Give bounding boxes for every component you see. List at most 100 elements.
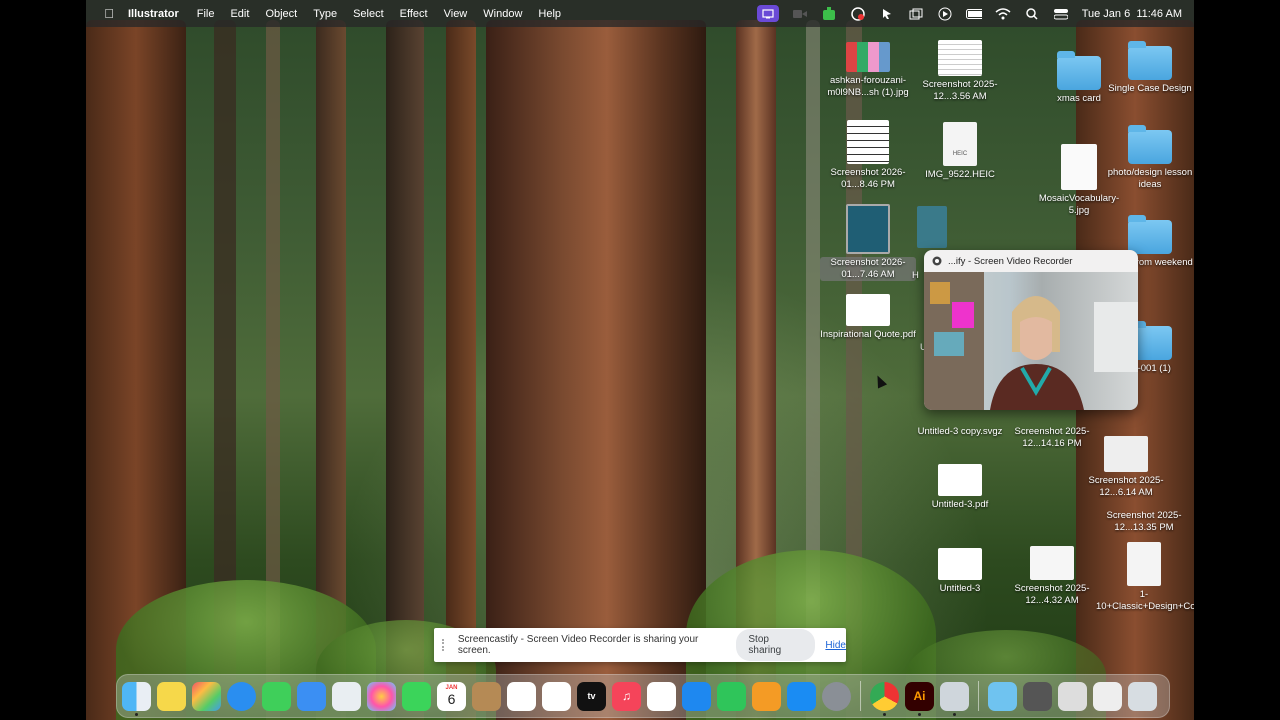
folder-icon <box>1057 51 1101 90</box>
screen-sharing-bar: Screencastify - Screen Video Recorder is… <box>434 628 846 662</box>
hide-link[interactable]: Hide <box>825 640 846 651</box>
preview-icon[interactable] <box>940 681 969 716</box>
recorder-title-bar[interactable]: ...ify - Screen Video Recorder <box>924 250 1138 272</box>
numbers-icon[interactable] <box>717 681 746 711</box>
illustrator-icon[interactable]: Ai <box>905 681 934 716</box>
recent-item-2-icon[interactable] <box>1058 681 1087 711</box>
folder-icon <box>1128 41 1172 80</box>
freeform-icon[interactable] <box>542 681 571 711</box>
image-thumbnail <box>846 294 890 326</box>
desktop-icon-screenshot-1[interactable]: Screenshot 2025-12...3.56 AM <box>912 40 1008 103</box>
calendar-day: 6 <box>447 691 456 707</box>
desktop:  Illustrator File Edit Object Type Sele… <box>86 0 1194 720</box>
safari-icon[interactable] <box>227 681 256 711</box>
desktop-icon-inspirational-quote[interactable]: Inspirational Quote.pdf <box>820 294 916 341</box>
illustrator-label: Ai <box>913 689 926 703</box>
desktop-icon-label: Screenshot 2025-12...4.32 AM <box>1014 583 1090 606</box>
image-thumbnail <box>938 548 982 580</box>
play-icon[interactable] <box>937 7 953 21</box>
notes-icon[interactable] <box>157 681 186 711</box>
desktop-icon-untitled-3[interactable]: Untitled-3 <box>912 548 1008 595</box>
dock-separator <box>860 681 861 711</box>
desktop-icon-screenshot-2[interactable]: Screenshot 2026-01...8.46 PM <box>820 120 916 191</box>
recent-item-3-icon[interactable] <box>1093 681 1122 711</box>
apple-tv-icon[interactable]: tv <box>577 681 606 711</box>
desktop-icon-single-case-design[interactable]: Single Case Design <box>1102 41 1194 95</box>
desktop-icon-label: MosaicVocabulary-5.jpg <box>1038 193 1120 216</box>
reminders-icon[interactable] <box>507 681 536 711</box>
desktop-icon-screenshot-6[interactable]: Screenshot 2025-12...13.35 PM <box>1096 470 1192 534</box>
menu-file[interactable]: File <box>189 8 223 20</box>
image-thumbnail <box>1030 546 1074 580</box>
camera-icon[interactable] <box>792 7 808 21</box>
search-icon[interactable] <box>1024 7 1040 21</box>
wifi-icon[interactable] <box>995 7 1011 21</box>
desktop-icon-label: Screenshot 2026-01...8.46 PM <box>830 167 906 190</box>
calendar-icon[interactable]: JAN 6 <box>437 681 466 711</box>
menu-object[interactable]: Object <box>257 8 305 20</box>
launchpad-icon[interactable] <box>192 681 221 711</box>
desktop-icon-label: photo/design lesson ideas <box>1107 167 1193 190</box>
recent-item-1-icon[interactable] <box>1023 681 1052 711</box>
webcam-feed <box>924 272 1138 410</box>
desktop-icon-label: Screenshot 2026-01...7.46 AM <box>820 257 916 281</box>
desktop-icon-untitled-pdf[interactable]: Untitled-3.pdf <box>912 464 1008 511</box>
system-settings-icon[interactable] <box>822 681 851 711</box>
facetime-icon[interactable] <box>402 681 431 711</box>
status-area: Tue Jan 6 11:46 AM <box>756 0 1182 27</box>
desktop-icon-label: 1-10+Classic+Design+Com...tions.pdf <box>1096 589 1194 612</box>
menu-help[interactable]: Help <box>530 8 569 20</box>
image-thumbnail <box>938 40 982 76</box>
desktop-icon-label: IMG_9522.HEIC <box>925 169 995 180</box>
recorder-logo-icon <box>932 256 942 266</box>
menu-effect[interactable]: Effect <box>392 8 436 20</box>
desktop-icon-classic-design[interactable]: 1-10+Classic+Design+Com...tions.pdf <box>1096 542 1194 613</box>
desktop-icon-screenshot-7[interactable]: Screenshot 2025-12...4.32 AM <box>1004 546 1100 607</box>
desktop-icon-photo-design[interactable]: photo/design lesson ideas <box>1102 125 1194 191</box>
image-thumbnail <box>847 120 889 164</box>
contacts-icon[interactable] <box>472 681 501 711</box>
apple-icon[interactable]:  <box>98 6 120 21</box>
chrome-icon[interactable] <box>870 681 899 716</box>
desktop-icon-screenshot-partial[interactable]: H <box>912 206 952 281</box>
battery-icon[interactable] <box>965 7 982 21</box>
image-thumbnail <box>938 464 982 496</box>
recorder-camera-window[interactable]: ...ify - Screen Video Recorder <box>924 250 1138 410</box>
music-icon[interactable]: ♫ <box>612 681 641 711</box>
dock: JAN 6 tv ♫ Ai <box>116 674 1170 718</box>
desktop-icon-img-heic[interactable]: HEIC IMG_9522.HEIC <box>912 122 1008 181</box>
menu-select[interactable]: Select <box>345 8 392 20</box>
stop-sharing-button[interactable]: Stop sharing <box>736 629 816 661</box>
creative-cloud-icon[interactable] <box>850 6 866 21</box>
clock[interactable]: Tue Jan 6 11:46 AM <box>1082 8 1182 20</box>
finder-icon[interactable] <box>122 681 151 716</box>
control-center-icon[interactable] <box>1053 7 1069 21</box>
recorder-title: ...ify - Screen Video Recorder <box>948 255 1073 267</box>
trash-icon[interactable] <box>1128 681 1157 711</box>
pointer-icon[interactable] <box>879 7 895 21</box>
desktop-icon-untitled-svgz[interactable]: Untitled-3 copy.svgz <box>912 408 1008 438</box>
heic-badge: HEIC <box>952 151 968 157</box>
maps-icon[interactable] <box>332 681 361 711</box>
messages-icon[interactable] <box>262 681 291 711</box>
menu-window[interactable]: Window <box>475 8 530 20</box>
drag-handle-icon[interactable] <box>442 639 450 651</box>
menu-type[interactable]: Type <box>305 8 345 20</box>
keynote-icon[interactable] <box>682 681 711 711</box>
desktop-icon-ashkan-jpg[interactable]: ashkan-forouzani-m0l9NB...sh (1).jpg <box>820 42 916 99</box>
webcam-person-image <box>924 272 1138 410</box>
extension-icon[interactable] <box>821 6 837 21</box>
mail-icon[interactable] <box>297 681 326 711</box>
screencastify-icon[interactable] <box>756 5 779 22</box>
image-thumbnail <box>917 206 947 248</box>
window-icon[interactable] <box>908 7 924 21</box>
photos-icon[interactable] <box>367 681 396 711</box>
desktop-icon-screenshot-3-selected[interactable]: Screenshot 2026-01...7.46 AM <box>820 204 916 281</box>
pages-icon[interactable] <box>752 681 781 711</box>
menu-edit[interactable]: Edit <box>222 8 257 20</box>
app-store-icon[interactable] <box>787 681 816 711</box>
menu-app-name[interactable]: Illustrator <box>120 8 189 20</box>
downloads-folder-icon[interactable] <box>988 681 1017 711</box>
menu-view[interactable]: View <box>436 8 476 20</box>
news-icon[interactable] <box>647 681 676 711</box>
